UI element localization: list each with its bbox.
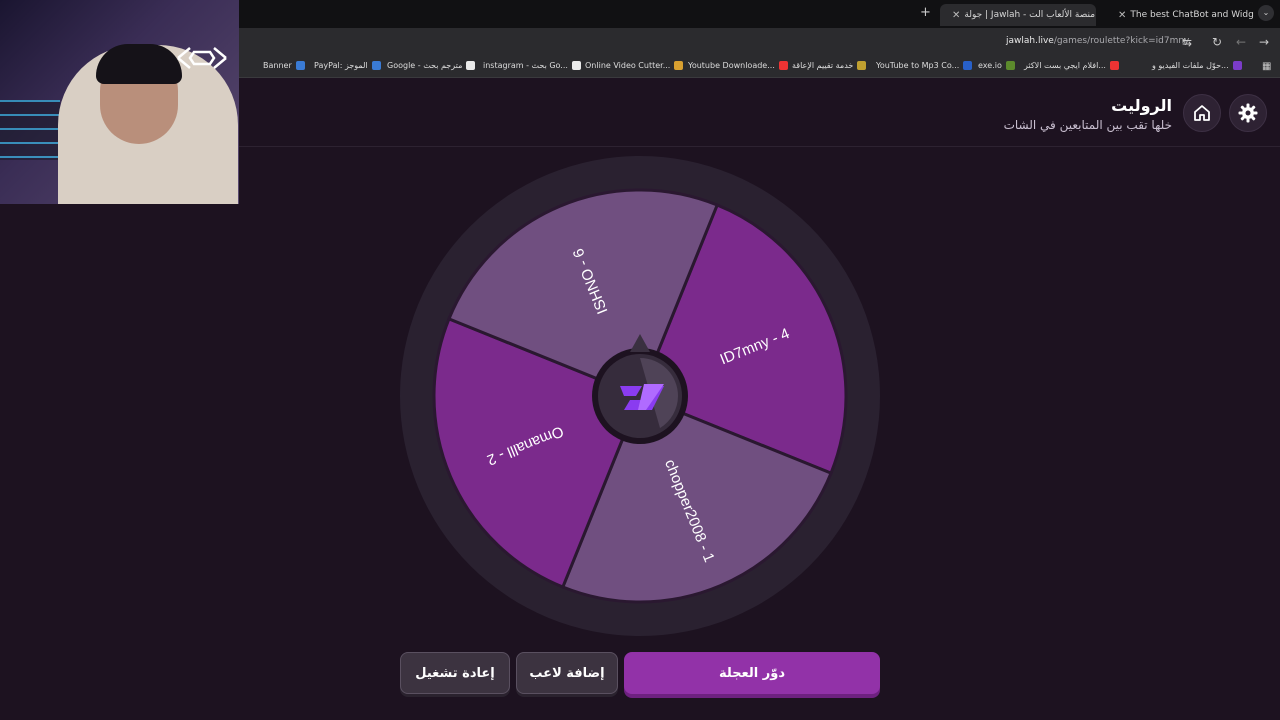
bookmark-label: Google - مترجم بحث xyxy=(387,61,463,70)
bookmark-label: حوّل ملفات الفيديو و... xyxy=(1152,61,1229,70)
bookmark-item[interactable]: exe.io xyxy=(978,61,1015,70)
all-bookmarks-icon[interactable]: ▦ xyxy=(1262,61,1271,72)
bookmark-icon xyxy=(371,61,381,70)
bookmark-label: instagram - بحث Go... xyxy=(483,61,568,70)
close-icon[interactable]: ✕ xyxy=(1118,10,1126,21)
bookmark-label: خدمة تقييم الإعاقة xyxy=(792,61,854,70)
bookmark-icon xyxy=(1005,61,1015,70)
page-subtitle: خلها تقب بين المتابعين في الشات xyxy=(1003,118,1172,132)
bookmark-icon xyxy=(963,61,973,70)
bookmark-label: Youtube Downloade... xyxy=(688,61,775,70)
bookmark-label: Online Video Cutter... xyxy=(585,61,671,70)
bookmark-icon xyxy=(295,61,305,70)
bookmark-item[interactable]: Banner xyxy=(263,61,305,70)
bookmark-label: افلام ايجي بست الاكثر... xyxy=(1024,61,1106,70)
bookmark-label: Banner xyxy=(263,61,292,70)
bookmark-item[interactable]: افلام ايجي بست الاكثر... xyxy=(1024,61,1119,70)
new-tab-icon[interactable]: + xyxy=(920,5,931,20)
gear-icon xyxy=(1238,103,1258,123)
bookmark-item[interactable]: Online Video Cutter... xyxy=(585,61,684,70)
bookmark-item[interactable]: instagram - بحث Go... xyxy=(483,61,581,70)
wheel-graphic: ID7mny - 4chopper2008 - 1Omanalll - 2ISH… xyxy=(400,156,880,636)
browser-tab-active[interactable]: ✕ جولة | Jawlah - منصة الألعاب الت xyxy=(940,4,1096,26)
streamer-logo-icon xyxy=(177,47,227,69)
browser-tab[interactable]: ✕ The best ChatBot and Widg xyxy=(1106,4,1254,26)
bookmark-item[interactable]: خدمة تقييم الإعاقة xyxy=(792,61,867,70)
add-player-button[interactable]: إضافة لاعب xyxy=(516,652,618,694)
header-divider xyxy=(239,146,1280,147)
bookmark-item[interactable]: YouTube to Mp3 Co... xyxy=(876,61,973,70)
tab-search-icon[interactable]: ⌄ xyxy=(1258,5,1274,21)
url-path: /games/roulette?kick=id7mny xyxy=(1053,36,1190,46)
spin-wheel-button[interactable]: دوّر العجلة xyxy=(624,652,880,694)
bookmark-icon xyxy=(466,61,476,70)
bookmark-label: exe.io xyxy=(978,61,1002,70)
home-button[interactable] xyxy=(1183,94,1221,132)
bookmark-icon xyxy=(674,61,684,70)
bookmark-icon xyxy=(1109,61,1119,70)
bookmark-label: YouTube to Mp3 Co... xyxy=(876,61,960,70)
webcam-overlay xyxy=(0,0,239,204)
site-settings-icon[interactable]: ⇆ xyxy=(1182,35,1192,49)
tab-title: The best ChatBot and Widg xyxy=(1130,10,1254,20)
webcam-background-shelf xyxy=(0,100,60,160)
bookmark-item[interactable]: حوّل ملفات الفيديو و... xyxy=(1152,61,1242,70)
url-field[interactable]: jawlah.live/games/roulette?kick=id7mny xyxy=(1006,36,1189,46)
tab-title: جولة | Jawlah - منصة الألعاب الت xyxy=(964,10,1096,20)
bookmark-icon xyxy=(857,61,867,70)
restart-button[interactable]: إعادة تشغيل xyxy=(400,652,510,694)
bookmark-label: PayPal: الموجز xyxy=(314,61,368,70)
roulette-wheel[interactable]: ID7mny - 4 chopper2008 - 1 Omanalll - 2 ISH… xyxy=(398,154,882,638)
home-icon xyxy=(1194,105,1210,121)
close-icon[interactable]: ✕ xyxy=(952,10,960,21)
url-host: jawlah.live xyxy=(1006,36,1054,46)
bookmark-item[interactable]: Youtube Downloade... xyxy=(688,61,788,70)
bookmark-icon xyxy=(778,61,788,70)
bookmark-item[interactable]: PayPal: الموجز xyxy=(314,61,381,70)
reload-icon[interactable]: ↻ xyxy=(1212,35,1222,49)
back-icon[interactable]: → xyxy=(1259,35,1269,49)
bookmark-icon xyxy=(1232,61,1242,70)
page-title: الروليت xyxy=(1111,96,1172,115)
bookmark-icon xyxy=(571,61,581,70)
webcam-person-hair xyxy=(96,44,182,84)
settings-button[interactable] xyxy=(1229,94,1267,132)
bookmark-item[interactable]: Google - مترجم بحث xyxy=(387,61,476,70)
forward-icon[interactable]: ← xyxy=(1236,35,1246,49)
